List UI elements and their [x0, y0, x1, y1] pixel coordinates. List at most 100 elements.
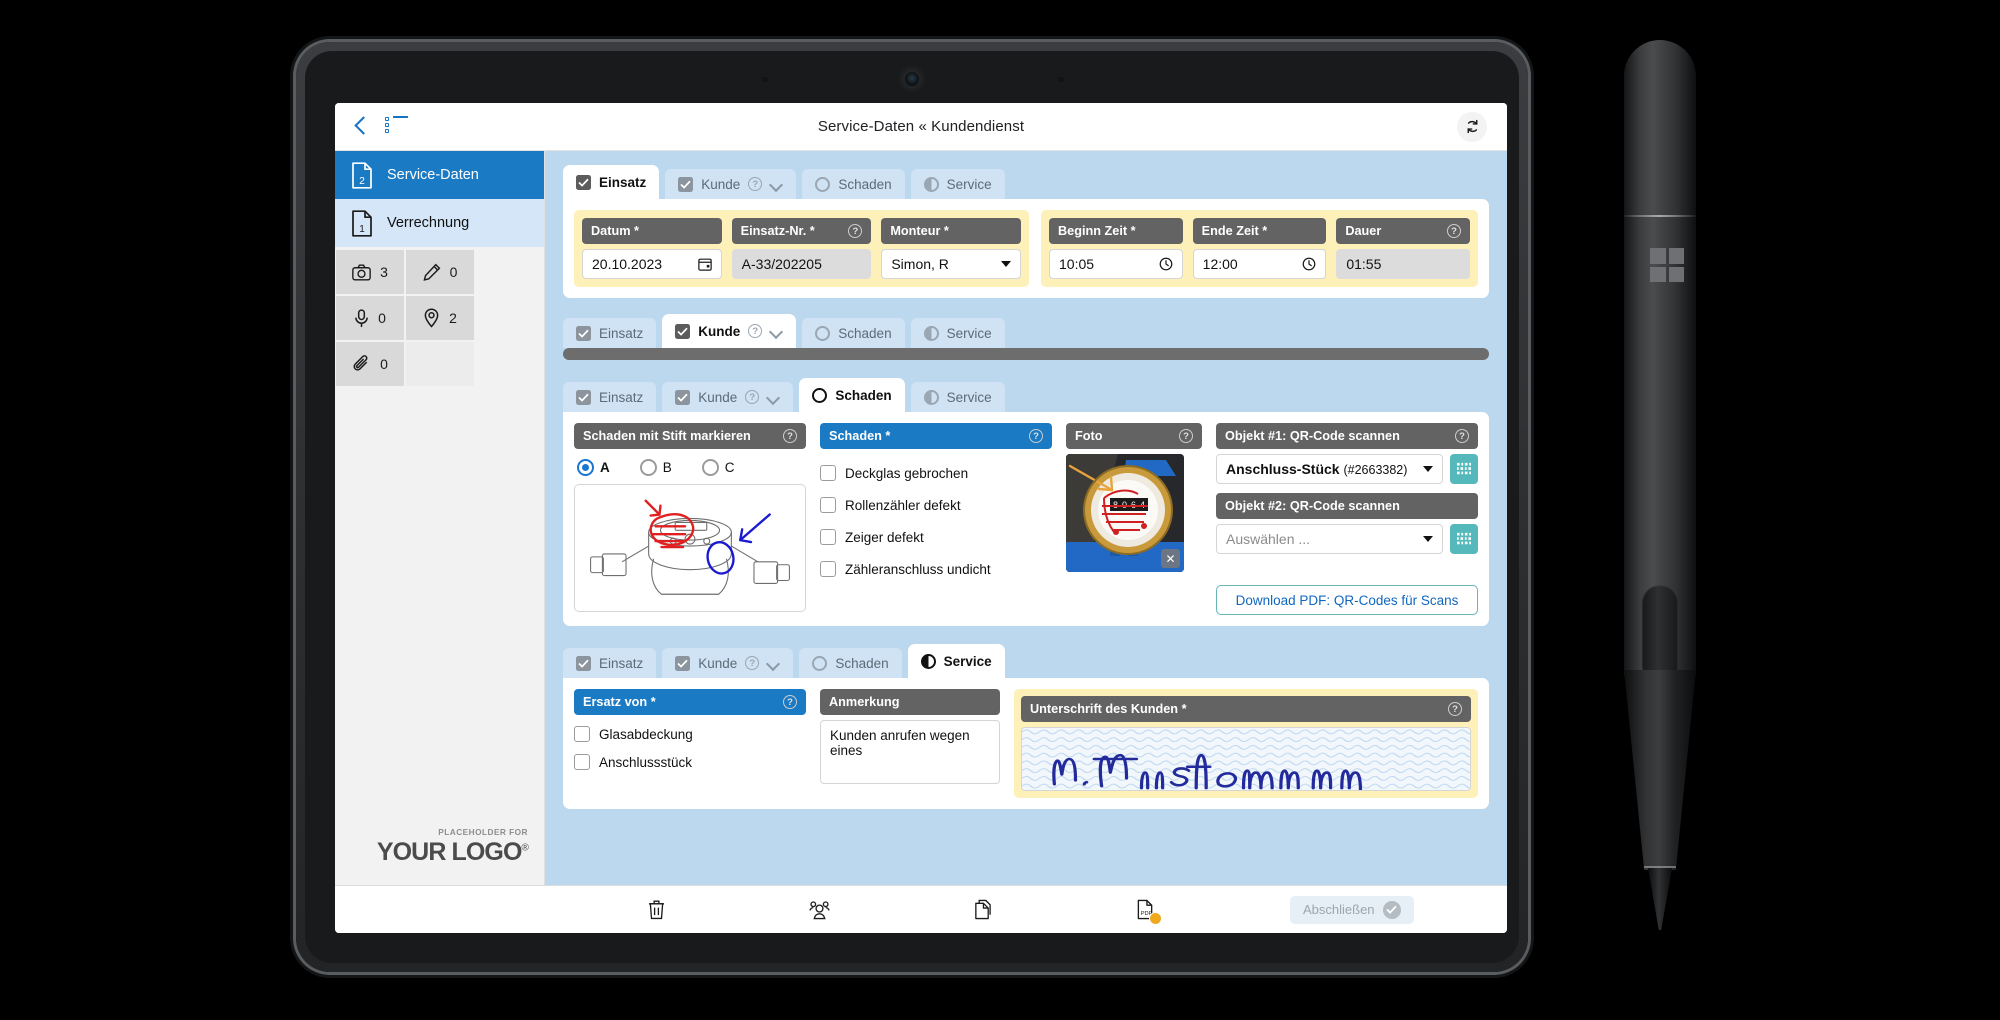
- tab-schaden[interactable]: Schaden: [799, 648, 902, 678]
- panel-einsatz: Datum * 20.10.2023 Einsatz-Nr. *? A-33/2…: [563, 199, 1489, 298]
- help-icon[interactable]: ?: [745, 390, 760, 404]
- ersatz-option[interactable]: Glasabdeckung: [574, 720, 806, 748]
- checkbox-icon: [574, 754, 590, 770]
- dauer-output: 01:55: [1336, 249, 1471, 279]
- tab-kunde[interactable]: Kunde ?: [665, 169, 797, 199]
- customer-signature-icon: [1052, 753, 1363, 790]
- tab-kunde[interactable]: Kunde ?: [662, 314, 797, 348]
- sensor-right-icon: [1058, 77, 1064, 82]
- back-chevron-icon[interactable]: [351, 114, 371, 140]
- tab-kunde[interactable]: Kunde ?: [662, 648, 794, 678]
- help-icon[interactable]: ?: [1447, 224, 1462, 238]
- tab-einsatz[interactable]: Einsatz: [563, 165, 660, 199]
- label-text: Schaden: [829, 429, 882, 443]
- tab-service[interactable]: Service: [907, 644, 1005, 678]
- object-2-select[interactable]: Auswählen ...: [1216, 524, 1443, 554]
- monteur-select[interactable]: Simon, R: [881, 249, 1022, 279]
- object-1-select[interactable]: Anschluss-Stück (#2663382): [1216, 454, 1443, 484]
- object-1-value: Anschluss-Stück: [1226, 461, 1340, 477]
- download-qr-pdf-button[interactable]: Download PDF: QR-Codes für Scans: [1216, 585, 1478, 615]
- pen-tip-icon: [1648, 868, 1672, 930]
- chevron-down-icon[interactable]: [767, 657, 780, 670]
- label-text: Ersatz von: [583, 695, 648, 709]
- water-meter-drawing-icon: [590, 499, 790, 595]
- scan-qr-button-2[interactable]: [1450, 524, 1478, 554]
- datum-input[interactable]: 20.10.2023: [582, 249, 722, 279]
- required-star: *: [881, 429, 891, 443]
- pencil-icon: [423, 263, 440, 281]
- counter-attachments[interactable]: 0: [335, 341, 405, 387]
- beginn-zeit-input[interactable]: 10:05: [1049, 249, 1183, 279]
- help-icon[interactable]: ?: [1455, 429, 1469, 443]
- tab-einsatz[interactable]: Einsatz: [563, 382, 657, 412]
- tab-schaden[interactable]: Schaden: [802, 318, 905, 348]
- radio-empty-icon: [815, 325, 831, 341]
- chevron-down-icon[interactable]: [767, 391, 780, 404]
- field-label: Objekt #2: QR-Code scannen: [1216, 493, 1478, 519]
- sidebar-item-service-daten[interactable]: 2 Service-Daten: [335, 151, 544, 199]
- tab-service[interactable]: Service: [910, 318, 1005, 348]
- help-icon[interactable]: ?: [745, 656, 760, 670]
- photo-remove-button[interactable]: ✕: [1161, 549, 1180, 568]
- counter-notes[interactable]: 0: [405, 249, 475, 295]
- counter-photos[interactable]: 3: [335, 249, 405, 295]
- sensor-left-icon: [762, 77, 768, 82]
- help-icon[interactable]: ?: [783, 429, 797, 443]
- tab-service[interactable]: Service: [910, 169, 1005, 199]
- kunde-collapsed-bar[interactable]: [563, 348, 1489, 360]
- damage-option[interactable]: Rollenzähler defekt: [820, 489, 1052, 521]
- scan-qr-button-1[interactable]: [1450, 454, 1478, 484]
- radio-empty-icon: [701, 459, 719, 476]
- damage-option[interactable]: Deckglas gebrochen: [820, 457, 1052, 489]
- help-icon[interactable]: ?: [783, 695, 797, 709]
- signature-pad[interactable]: [1021, 727, 1471, 791]
- list-menu-icon[interactable]: [385, 115, 409, 138]
- camera-icon: [352, 263, 371, 281]
- photo-thumbnail[interactable]: 8064 ✕: [1066, 454, 1184, 572]
- help-icon[interactable]: ?: [748, 177, 763, 191]
- help-icon[interactable]: ?: [748, 324, 763, 338]
- export-pdf-button[interactable]: PDF: [1127, 894, 1163, 926]
- marker-option-a[interactable]: A: [577, 459, 610, 476]
- panel-service: Ersatz von *? Glasabdeckung Anschlussstü…: [563, 678, 1489, 809]
- einsatz-nr-input: A-33/202205: [731, 249, 872, 279]
- object-2-group: Objekt #2: QR-Code scannen Auswählen ...: [1216, 493, 1478, 554]
- counter-locations[interactable]: 2: [405, 295, 475, 341]
- finish-button[interactable]: Abschließen: [1290, 895, 1414, 924]
- tab-schaden[interactable]: Schaden: [802, 169, 905, 199]
- ende-zeit-input[interactable]: 12:00: [1192, 249, 1327, 279]
- tab-service[interactable]: Service: [910, 382, 1005, 412]
- tabs-service: Einsatz Kunde ? Schaden Service: [563, 644, 1489, 678]
- input-value: 20.10.2023: [592, 256, 663, 272]
- help-icon[interactable]: ?: [1179, 429, 1193, 443]
- ersatz-option[interactable]: Anschlussstück: [574, 748, 806, 776]
- field-ende-zeit: Ende Zeit * 12:00: [1192, 218, 1327, 279]
- field-label: Unterschrift des Kunden *?: [1021, 696, 1471, 722]
- contacts-button[interactable]: [801, 894, 837, 926]
- tablet-sensor-row: [305, 67, 1519, 89]
- marker-option-c[interactable]: C: [701, 459, 735, 476]
- tab-kunde[interactable]: Kunde ?: [662, 382, 794, 412]
- help-icon[interactable]: ?: [1029, 429, 1043, 443]
- field-label: Foto?: [1066, 423, 1202, 449]
- chevron-down-icon[interactable]: [770, 178, 783, 191]
- tab-einsatz[interactable]: Einsatz: [563, 648, 657, 678]
- duplicate-button[interactable]: [964, 894, 1000, 926]
- label-text: Monteur: [890, 224, 941, 238]
- damage-option[interactable]: Zeiger defekt: [820, 521, 1052, 553]
- marker-option-b[interactable]: B: [639, 459, 672, 476]
- pen-tip-seam: [1644, 866, 1676, 868]
- anmerkung-textarea[interactable]: Kunden anrufen wegen eines: [820, 720, 1000, 784]
- help-icon[interactable]: ?: [848, 224, 863, 238]
- help-icon[interactable]: ?: [1448, 702, 1462, 716]
- damage-option[interactable]: Zähleranschluss undicht: [820, 553, 1052, 585]
- delete-button[interactable]: [638, 894, 674, 926]
- half-circle-icon: [923, 389, 939, 405]
- chevron-down-icon[interactable]: [770, 325, 783, 338]
- water-meter-sketch-canvas[interactable]: [574, 484, 806, 612]
- sidebar-item-verrechnung[interactable]: 1 Verrechnung: [335, 199, 544, 247]
- counter-audio[interactable]: 0: [335, 295, 405, 341]
- tab-schaden[interactable]: Schaden: [799, 378, 905, 412]
- refresh-icon[interactable]: [1457, 111, 1487, 142]
- tab-einsatz[interactable]: Einsatz: [563, 318, 657, 348]
